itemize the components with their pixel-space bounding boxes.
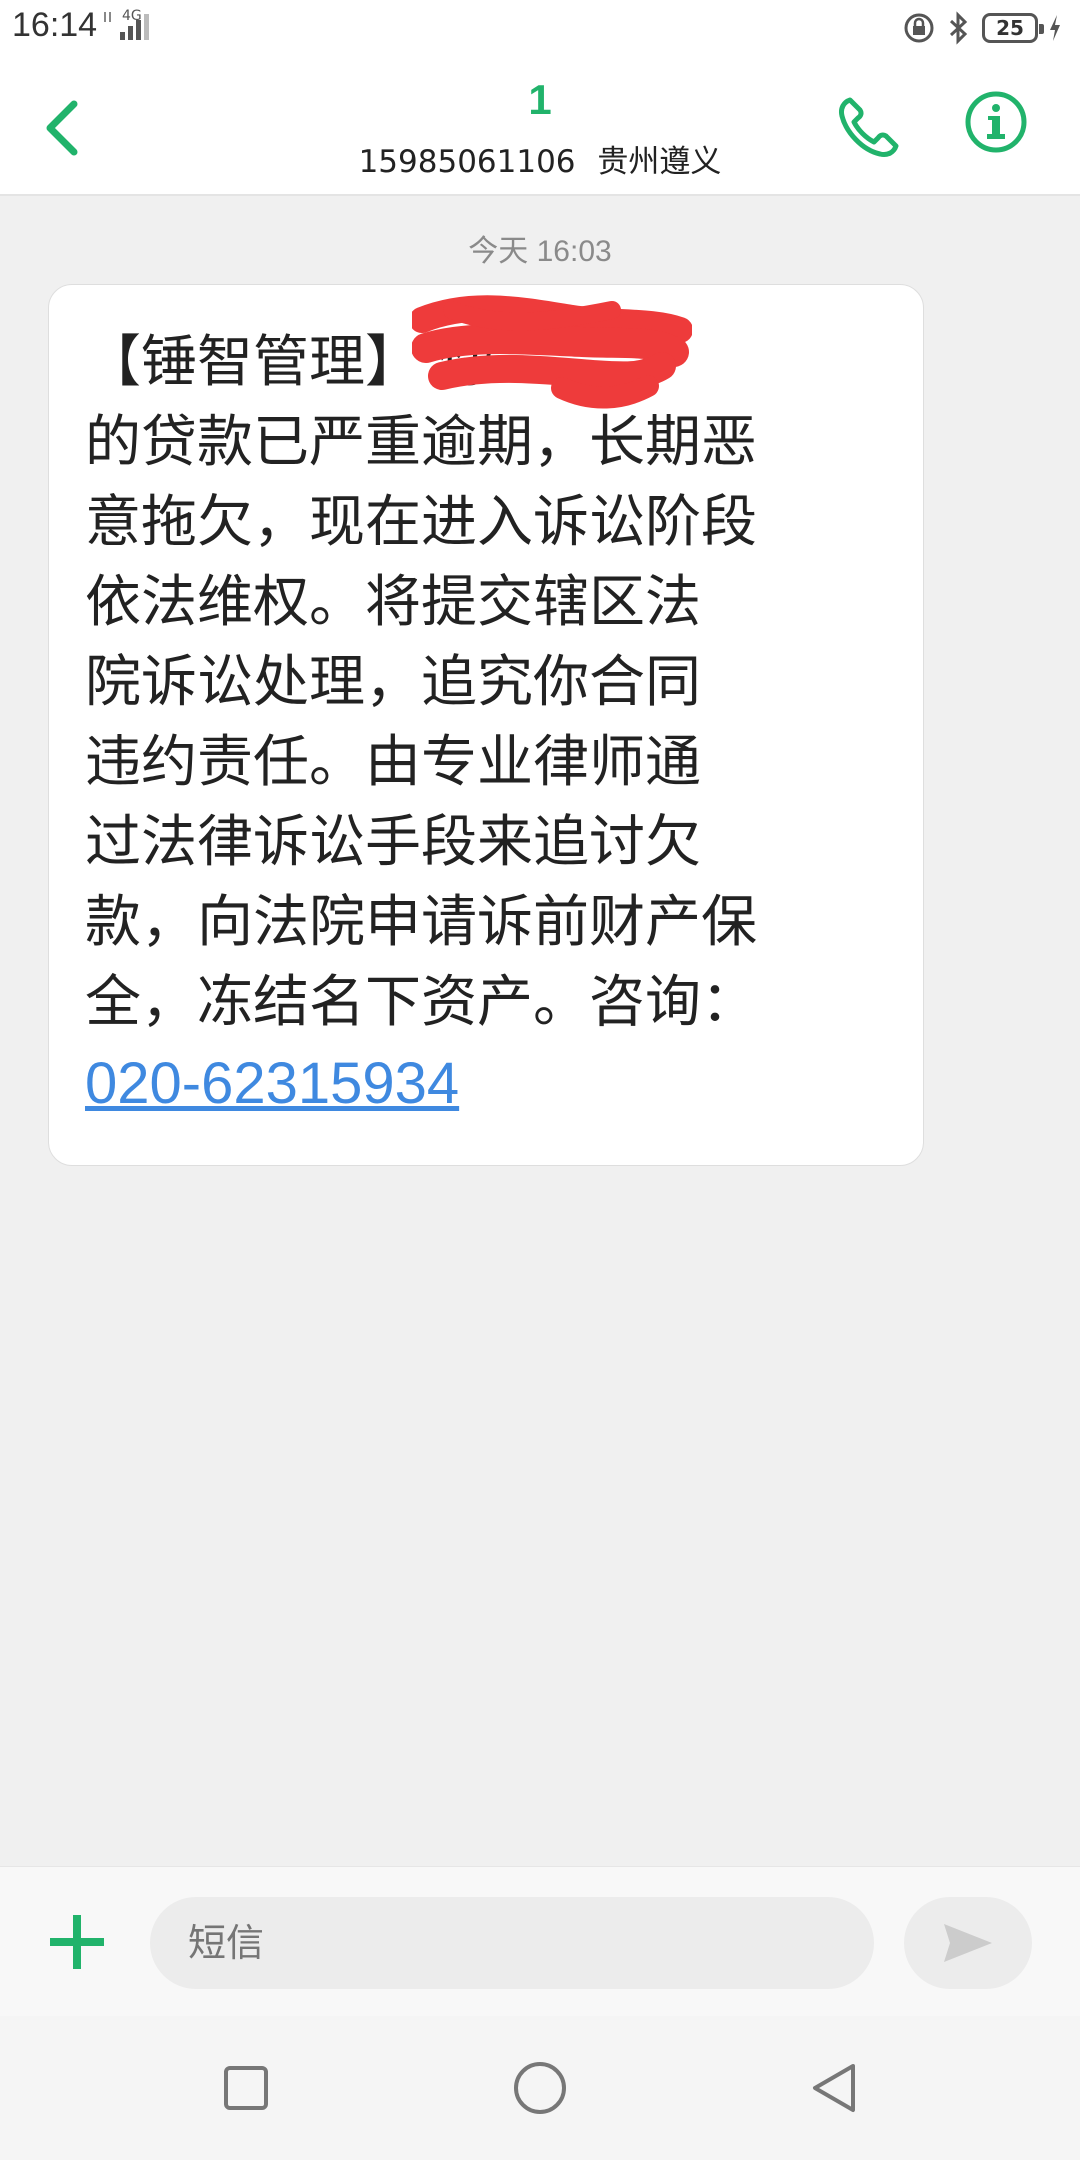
send-icon (944, 1924, 992, 1962)
battery-level: 25 (996, 16, 1024, 40)
message-body: 【锤智管理】 你 的贷款已严重逾期，长期恶 意拖欠，现在进入诉讼阶段 依法维权。… (85, 330, 757, 1035)
bluetooth-icon (949, 11, 968, 45)
phone-link[interactable]: 020-62315934 (85, 1043, 877, 1125)
recents-button[interactable] (214, 2056, 278, 2120)
message-timestamp: 今天 16:03 (468, 235, 612, 268)
circle-icon (514, 2062, 566, 2114)
contact-details: 15985061106 贵州遵义 (0, 136, 1080, 181)
lock-rotation-icon (904, 13, 934, 43)
status-time: 16:14 (12, 6, 98, 44)
square-icon (224, 2066, 268, 2110)
phone-number: 15985061106 (358, 144, 576, 180)
back-nav-button[interactable] (802, 2056, 866, 2120)
phone-location: 贵州遵义 (597, 144, 722, 180)
info-button[interactable] (964, 90, 1028, 154)
network-type: 4G (122, 8, 142, 24)
status-right: 25 (902, 8, 1062, 48)
send-button[interactable] (904, 1897, 1032, 1989)
navigation-bar (0, 2016, 1080, 2160)
add-attachment-button[interactable] (46, 1911, 108, 1973)
home-button[interactable] (508, 2056, 572, 2120)
battery-icon: 25 (982, 13, 1044, 43)
status-bar: 16:14 4G 25 (0, 0, 1080, 56)
redaction-scribble (412, 295, 692, 409)
call-button[interactable] (836, 94, 902, 160)
contact-name: 1 (528, 76, 552, 123)
triangle-back-icon (813, 2064, 855, 2112)
message-composer (0, 1866, 1080, 2017)
sms-input[interactable] (150, 1897, 874, 1989)
conversation-header: 1 15985061106 贵州遵义 (0, 56, 1080, 196)
charging-icon (1050, 15, 1060, 41)
